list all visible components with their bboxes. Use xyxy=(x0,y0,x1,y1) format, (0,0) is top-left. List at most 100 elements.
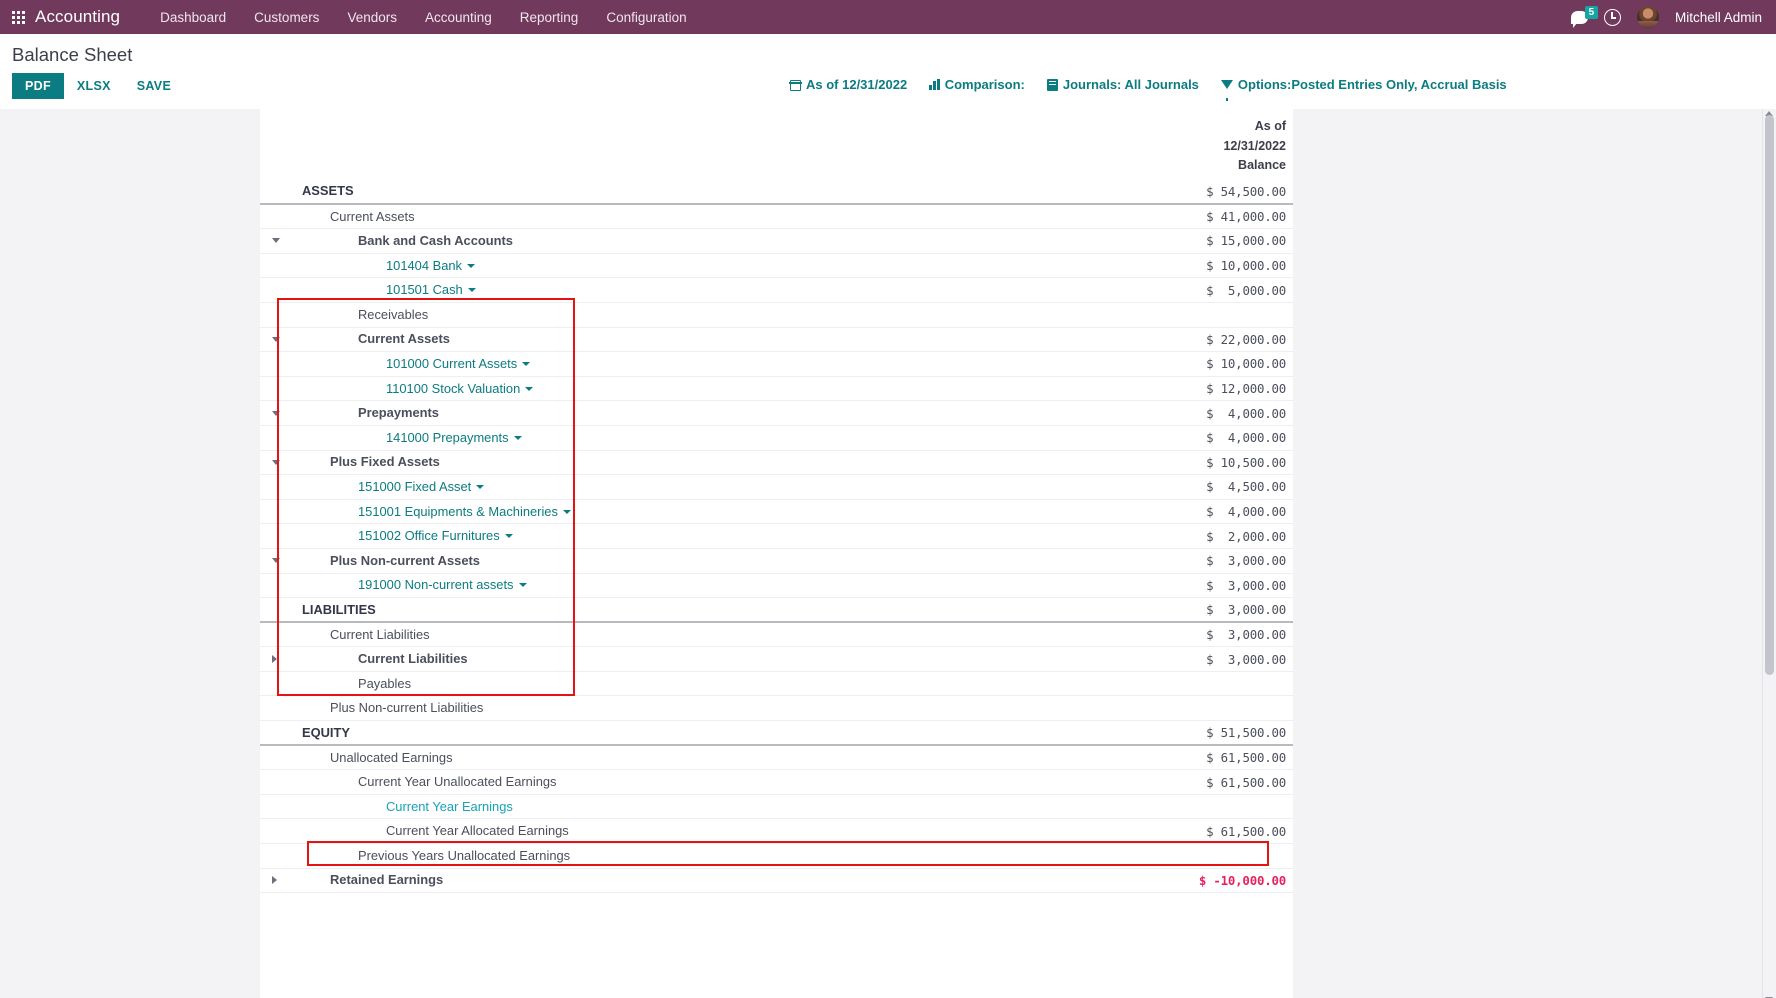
row-value: $ 3,000.00 xyxy=(1153,573,1293,599)
user-name[interactable]: Mitchell Admin xyxy=(1675,10,1762,25)
app-brand-accounting[interactable]: Accounting xyxy=(35,7,120,27)
chevron-down-icon[interactable] xyxy=(272,459,280,465)
table-row: Previous Years Unallocated Earnings xyxy=(260,843,1293,869)
row-label[interactable]: 110100 Stock Valuation xyxy=(386,378,534,399)
calendar-icon xyxy=(789,79,802,91)
row-label[interactable]: 151002 Office Furnitures xyxy=(358,525,513,546)
row-label: Prepayments xyxy=(358,405,439,421)
row-name-cell: LIABILITIES xyxy=(284,597,1153,624)
row-value: $ 10,500.00 xyxy=(1153,450,1293,476)
caret-down-icon[interactable] xyxy=(562,509,571,514)
xlsx-button[interactable]: XLSX xyxy=(64,73,124,99)
column-header-line2: 12/31/2022 xyxy=(1223,138,1286,153)
row-caret-cell xyxy=(260,695,284,722)
row-value: $ 4,000.00 xyxy=(1153,425,1293,451)
row-name-cell: Payables xyxy=(284,671,1153,697)
table-row: Plus Non-current Liabilities xyxy=(260,695,1293,722)
journals-filter[interactable]: Journals: All Journals xyxy=(1046,77,1199,92)
caret-down-icon[interactable] xyxy=(476,484,485,489)
row-name-cell: 151002 Office Furnitures xyxy=(284,523,1153,549)
row-name-cell: Receivables xyxy=(284,302,1153,328)
row-label[interactable]: 151000 Fixed Asset xyxy=(358,476,485,497)
row-caret-cell xyxy=(260,351,284,377)
nav-item-accounting[interactable]: Accounting xyxy=(411,4,506,31)
balance-sheet-table: As of 12/31/2022 Balance ASSETS $ 54,500.… xyxy=(260,109,1293,894)
apps-grid-icon[interactable] xyxy=(12,10,25,24)
row-name-cell: Prepayments xyxy=(284,400,1153,426)
row-caret-cell xyxy=(260,302,284,328)
chevron-right-icon[interactable] xyxy=(272,655,277,664)
nav-item-customers[interactable]: Customers xyxy=(240,4,333,31)
caret-down-icon[interactable] xyxy=(504,534,513,539)
row-label: Current Year Unallocated Earnings xyxy=(358,774,557,790)
pdf-button[interactable]: PDF xyxy=(12,73,64,99)
vertical-scrollbar[interactable] xyxy=(1762,109,1776,998)
row-caret-cell xyxy=(260,277,284,303)
row-value xyxy=(1153,302,1293,328)
row-label[interactable]: 191000 Non-current assets xyxy=(358,574,527,595)
row-value: $ 2,000.00 xyxy=(1153,523,1293,549)
row-name-cell: 110100 Stock Valuation xyxy=(284,376,1153,402)
caret-down-icon[interactable] xyxy=(522,361,531,366)
table-row: Current Year Unallocated Earnings $ 61,50… xyxy=(260,769,1293,795)
row-label[interactable]: 151001 Equipments & Machineries xyxy=(358,501,571,522)
table-row: Current Liabilities $ 3,000.00 xyxy=(260,622,1293,648)
row-label[interactable]: 101404 Bank xyxy=(386,255,475,276)
row-name-cell: Unallocated Earnings xyxy=(284,745,1153,771)
row-caret-cell xyxy=(260,794,284,820)
nav-item-vendors[interactable]: Vendors xyxy=(333,4,411,31)
scrollbar-thumb[interactable] xyxy=(1765,115,1774,675)
row-caret-cell xyxy=(260,376,284,402)
actions-row: PDF XLSX SAVE As of 12/31/2022 Compariso… xyxy=(0,67,1776,109)
avatar[interactable] xyxy=(1636,6,1659,28)
table-row: 101404 Bank $ 10,000.00 xyxy=(260,253,1293,279)
row-caret-cell xyxy=(260,548,284,574)
comparison-filter[interactable]: Comparison: xyxy=(929,77,1025,92)
table-row: 191000 Non-current assets $ 3,000.00 xyxy=(260,573,1293,599)
row-name-cell: Current Year Allocated Earnings xyxy=(284,818,1153,845)
row-label: Plus Non-current Liabilities xyxy=(330,700,484,716)
nav-item-reporting[interactable]: Reporting xyxy=(506,4,593,31)
row-name-cell: Previous Years Unallocated Earnings xyxy=(284,843,1153,869)
chevron-right-icon[interactable] xyxy=(272,876,277,885)
row-label: Payables xyxy=(358,675,412,691)
table-row: Current Assets $ 41,000.00 xyxy=(260,204,1293,230)
save-button[interactable]: SAVE xyxy=(124,73,184,99)
row-label[interactable]: 141000 Prepayments xyxy=(386,427,522,448)
caret-down-icon[interactable] xyxy=(518,583,527,588)
table-row: Current Year Earnings xyxy=(260,794,1293,820)
clock-icon[interactable] xyxy=(1603,8,1621,26)
nav-item-configuration[interactable]: Configuration xyxy=(592,4,700,31)
chevron-down-icon[interactable] xyxy=(272,336,280,342)
chevron-down-icon[interactable] xyxy=(272,410,280,416)
row-label[interactable]: Current Year Earnings xyxy=(386,796,513,817)
date-filter[interactable]: As of 12/31/2022 xyxy=(789,77,907,92)
options-filter[interactable]: Options:Posted Entries Only, Accrual Bas… xyxy=(1220,77,1507,101)
caret-down-icon[interactable] xyxy=(466,263,475,268)
table-row: 151001 Equipments & Machineries $ 4,000.0… xyxy=(260,499,1293,525)
chevron-down-icon[interactable] xyxy=(272,558,280,564)
caret-down-icon[interactable] xyxy=(513,435,522,440)
row-caret-cell xyxy=(260,818,284,845)
bar-chart-icon xyxy=(929,79,940,90)
row-label[interactable]: 101501 Cash xyxy=(386,279,476,300)
row-name-cell: ASSETS xyxy=(284,179,1153,206)
comparison-filter-label: Comparison: xyxy=(944,77,1025,92)
row-value: $ 4,000.00 xyxy=(1153,499,1293,525)
messages-button[interactable]: 5 xyxy=(1570,5,1598,28)
chevron-down-icon[interactable] xyxy=(272,238,280,244)
nav-item-dashboard[interactable]: Dashboard xyxy=(146,4,240,31)
table-row: LIABILITIES $ 3,000.00 xyxy=(260,597,1293,624)
table-head: As of 12/31/2022 Balance xyxy=(260,109,1293,180)
caret-down-icon[interactable] xyxy=(525,386,534,391)
row-value: $ 51,500.00 xyxy=(1153,720,1293,747)
breadcrumb: Balance Sheet xyxy=(0,34,1776,67)
row-caret-cell xyxy=(260,720,284,747)
row-label[interactable]: 101000 Current Assets xyxy=(386,353,531,374)
row-label: Plus Fixed Assets xyxy=(330,454,440,470)
row-caret-cell xyxy=(260,253,284,279)
row-caret-cell xyxy=(260,597,284,624)
row-name-cell: Current Assets xyxy=(284,327,1153,353)
caret-down-icon[interactable] xyxy=(467,288,476,293)
row-caret-cell xyxy=(260,179,284,206)
